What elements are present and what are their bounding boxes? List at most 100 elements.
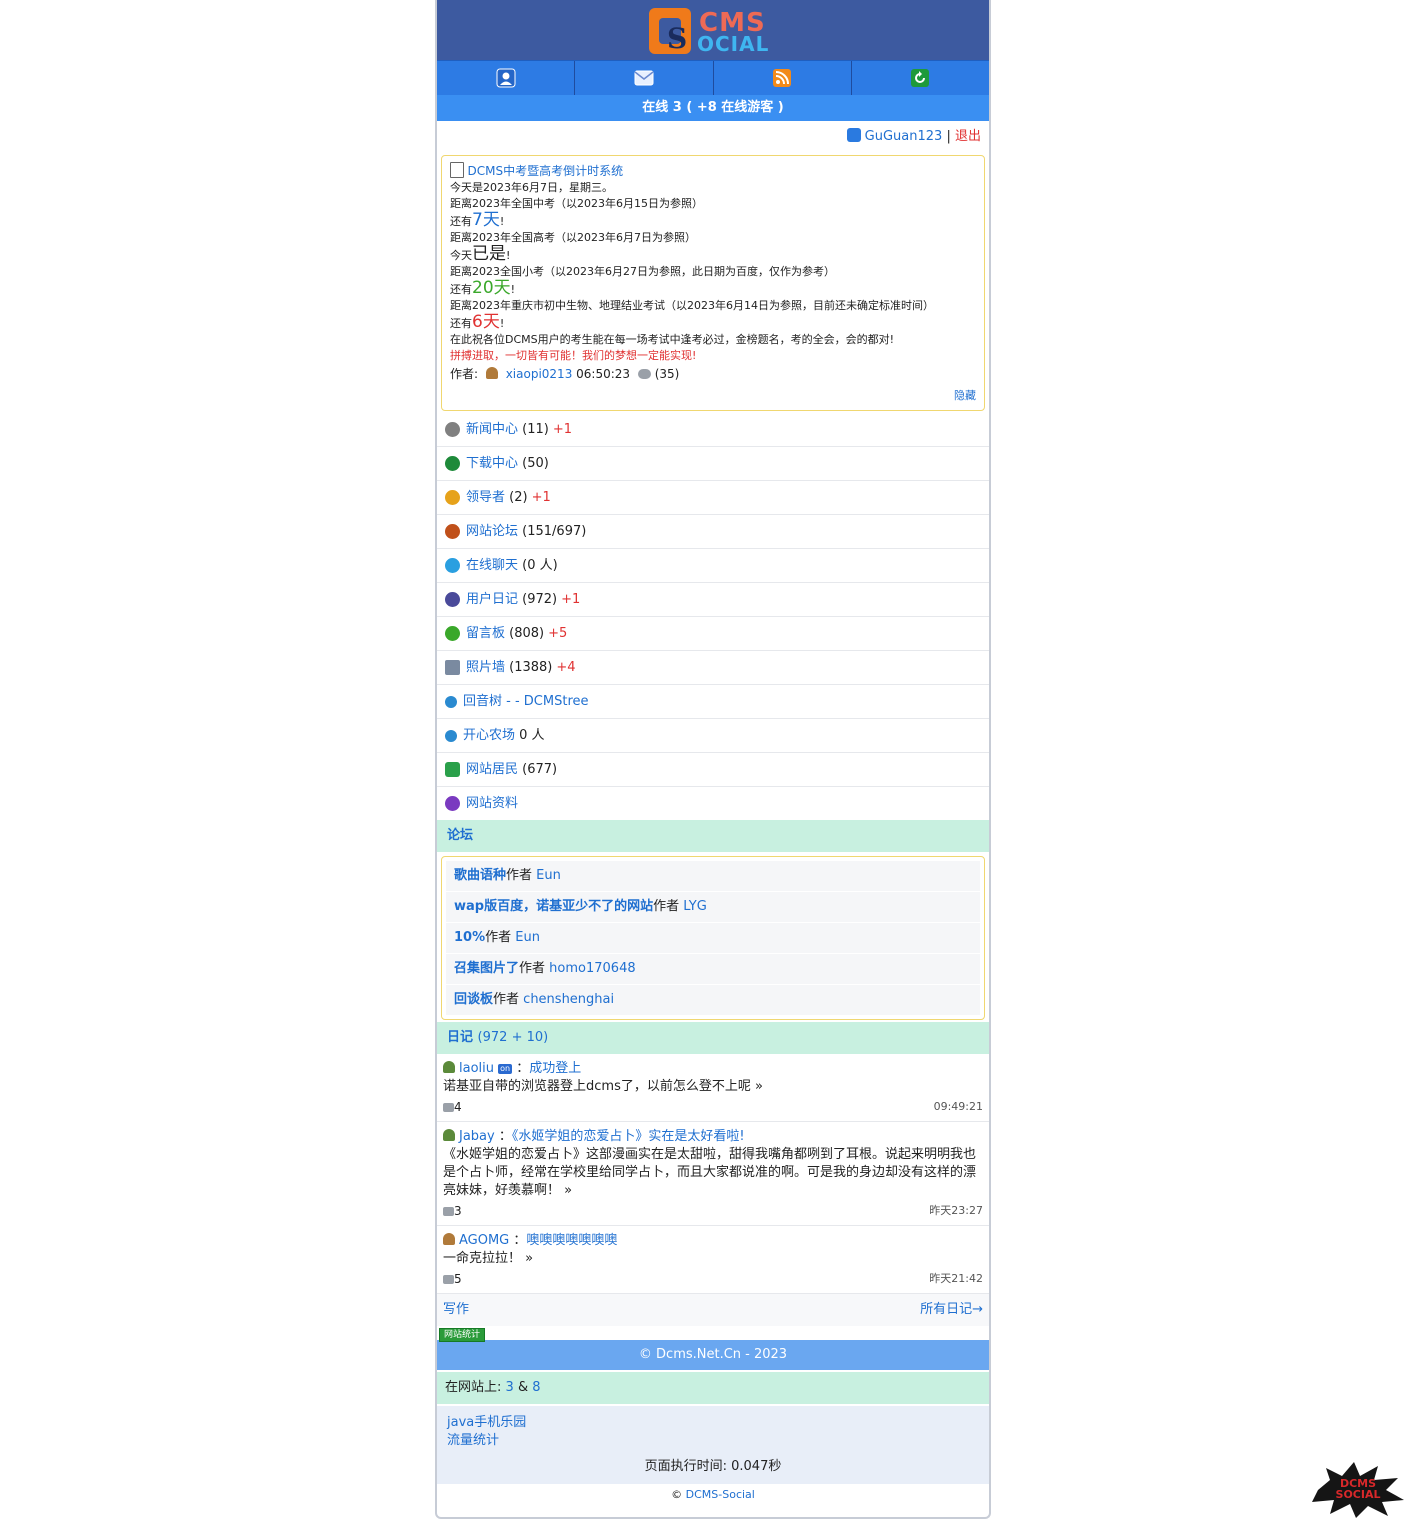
author-link[interactable]: xiaopi0213 — [506, 367, 573, 381]
write-diary-link[interactable]: 写作 — [443, 1294, 469, 1326]
thread-author-link[interactable]: homo170648 — [549, 961, 635, 976]
menu-item-guestbook[interactable]: 留言板 (808) +5 — [437, 617, 989, 651]
menu-item-label[interactable]: 回音树 - — [463, 685, 511, 718]
diary-title-link[interactable]: 《水姬学姐的恋爱占卜》实在是太好看啦! — [512, 1129, 745, 1144]
username-link[interactable]: GuGuan123 — [865, 129, 943, 144]
menu-item-label[interactable]: 网站资料 — [466, 787, 518, 820]
menu-item-forum[interactable]: 网站论坛 (151/697) — [437, 515, 989, 549]
menu-item-news[interactable]: 新闻中心 (11) +1 — [437, 413, 989, 447]
thread-title-link[interactable]: 歌曲语种 — [454, 868, 506, 883]
post-time: 06:50:23 — [576, 367, 631, 381]
menu-item-chat[interactable]: 在线聊天 (0 人) — [437, 549, 989, 583]
menu-item-diary[interactable]: 用户日记 (972) +1 — [437, 583, 989, 617]
logo-social-text: OCIAL — [697, 32, 770, 56]
dcms-social-logo[interactable]: S CMS OCIAL — [649, 8, 779, 56]
thread-author-link[interactable]: LYG — [683, 899, 707, 914]
document-icon — [450, 162, 464, 178]
on-site-guests-link[interactable]: 8 — [532, 1380, 540, 1395]
replies: 3 — [443, 1202, 462, 1221]
on-site-users-link[interactable]: 3 — [506, 1380, 514, 1395]
notice-title-row: DCMS中考暨高考倒计时系统 — [450, 162, 976, 180]
hide-notice-link[interactable]: 隐藏 — [954, 389, 976, 402]
result-suffix: ! — [499, 317, 505, 330]
menu-item-label[interactable]: 照片墙 — [466, 651, 505, 684]
nav-rss-button[interactable] — [714, 61, 852, 95]
copyright-bar: © Dcms.Net.Cn - 2023 — [437, 1340, 989, 1370]
forum-thread-row[interactable]: 10%作者 Eun — [446, 923, 980, 954]
result-suffix: ! — [499, 215, 505, 228]
main-menu: 新闻中心 (11) +1 下载中心 (50) 领导者 (2) +1 网站论坛 (15… — [437, 413, 989, 820]
thread-title-link[interactable]: wap版百度，诺基亚少不了的网站 — [454, 899, 653, 914]
menu-item-count: (151/697) — [522, 524, 587, 539]
diary-colon: ： — [498, 1129, 512, 1144]
traffic-stat-link[interactable]: 流量统计 — [447, 1433, 499, 1448]
forum-thread-row[interactable]: 回谈板作者 chenshenghai — [446, 985, 980, 1015]
diary-user-link[interactable]: laoliu — [459, 1061, 494, 1076]
notice-line: 距离2023年全国高考（以2023年6月7日为参照） — [450, 231, 696, 244]
menu-item-label[interactable]: 新闻中心 — [466, 413, 518, 446]
menu-item-label[interactable]: 下载中心 — [466, 447, 518, 480]
thread-title-link[interactable]: 回谈板 — [454, 992, 493, 1007]
menu-item-label[interactable]: 开心农场 — [463, 719, 515, 752]
forum-thread-row[interactable]: wap版百度，诺基亚少不了的网站作者 LYG — [446, 892, 980, 923]
online-count-bar[interactable]: 在线 3 ( +8 在线游客 ) — [437, 95, 989, 121]
forum-thread-list: 歌曲语种作者 Eun wap版百度，诺基亚少不了的网站作者 LYG 10%作者 … — [441, 856, 985, 1020]
menu-item-plus: +4 — [556, 660, 576, 675]
notice-line: 距离2023全国小考（以2023年6月27日为参照，此日期为百度，仅作为参考） — [450, 265, 835, 278]
all-diaries-link[interactable]: 所有日记→ — [920, 1294, 983, 1326]
menu-item-label[interactable]: 网站居民 — [466, 753, 518, 786]
on-site-bar: 在网站上: 3 & 8 — [437, 1372, 989, 1404]
comment-count[interactable]: (35) — [655, 367, 680, 381]
menu-item-label[interactable]: 留言板 — [466, 617, 505, 650]
thread-author-link[interactable]: Eun — [515, 930, 540, 945]
thread-author-link[interactable]: chenshenghai — [523, 992, 614, 1007]
menu-item-leaders[interactable]: 领导者 (2) +1 — [437, 481, 989, 515]
nav-user-button[interactable] — [437, 61, 576, 95]
diary-title-link[interactable]: 噢噢噢噢噢噢噢 — [526, 1233, 617, 1248]
logout-link[interactable]: 退出 — [955, 129, 981, 144]
menu-item-tree[interactable]: 回音树 - - DCMStree — [437, 685, 989, 719]
menu-item-count[interactable]: - DCMStree — [515, 685, 589, 718]
forum-thread-row[interactable]: 歌曲语种作者 Eun — [446, 861, 980, 892]
farm-icon — [445, 729, 457, 742]
thread-title-link[interactable]: 10% — [454, 930, 485, 945]
diary-entry-header: AGOMG ：噢噢噢噢噢噢噢 — [443, 1232, 983, 1250]
diary-meta: 4 09:49:21 — [443, 1098, 983, 1117]
diary-user-link[interactable]: AGOMG — [459, 1233, 509, 1248]
thread-title-link[interactable]: 召集图片了 — [454, 961, 519, 976]
diary-user-link[interactable]: Jabay — [459, 1129, 495, 1144]
forum-heading-link[interactable]: 论坛 — [447, 828, 473, 843]
menu-item-info[interactable]: 网站资料 — [437, 787, 989, 820]
friend-links: java手机乐园 流量统计 页面执行时间: 0.047秒 — [437, 1406, 989, 1484]
diary-title-link[interactable]: 成功登上 — [529, 1061, 581, 1076]
forum-thread-row[interactable]: 召集图片了作者 homo170648 — [446, 954, 980, 985]
stat-counter: 网站统计 — [437, 1326, 989, 1342]
menu-item-label[interactable]: 领导者 — [466, 481, 505, 514]
diary-count: (972 + 10) — [477, 1030, 549, 1045]
comment-icon — [637, 369, 651, 379]
splash-logo-text: DCMS SOCIAL — [1335, 1477, 1381, 1501]
thread-author-link[interactable]: Eun — [536, 868, 561, 883]
site-stat-badge[interactable]: 网站统计 — [439, 1328, 486, 1342]
menu-item-download[interactable]: 下载中心 (50) — [437, 447, 989, 481]
menu-item-label[interactable]: 在线聊天 — [466, 549, 518, 582]
diary-colon: ： — [513, 1233, 527, 1248]
result-prefix: 今天 — [450, 249, 472, 262]
chat-icon — [445, 558, 460, 573]
menu-item-label[interactable]: 用户日记 — [466, 583, 518, 616]
nav-refresh-button[interactable] — [852, 61, 989, 95]
menu-item-label[interactable]: 网站论坛 — [466, 515, 518, 548]
notice-line: 距离2023年全国中考（以2023年6月15日为参照） — [450, 197, 703, 210]
author-avatar-icon — [485, 367, 498, 379]
user-avatar-icon — [443, 1061, 455, 1073]
menu-item-residents[interactable]: 网站居民 (677) — [437, 753, 989, 787]
reply-count: 3 — [454, 1204, 462, 1218]
menu-item-photos[interactable]: 照片墙 (1388) +4 — [437, 651, 989, 685]
dcms-social-link[interactable]: DCMS-Social — [686, 1488, 755, 1501]
nav-mail-button[interactable] — [575, 61, 714, 95]
notice-title-link[interactable]: DCMS中考暨高考倒计时系统 — [468, 164, 624, 178]
java-park-link[interactable]: java手机乐园 — [447, 1415, 526, 1430]
diary-heading-link[interactable]: 日记 — [447, 1030, 473, 1045]
menu-item-farm[interactable]: 开心农场 0 人 — [437, 719, 989, 753]
hide-row: 隐藏 — [450, 388, 976, 404]
